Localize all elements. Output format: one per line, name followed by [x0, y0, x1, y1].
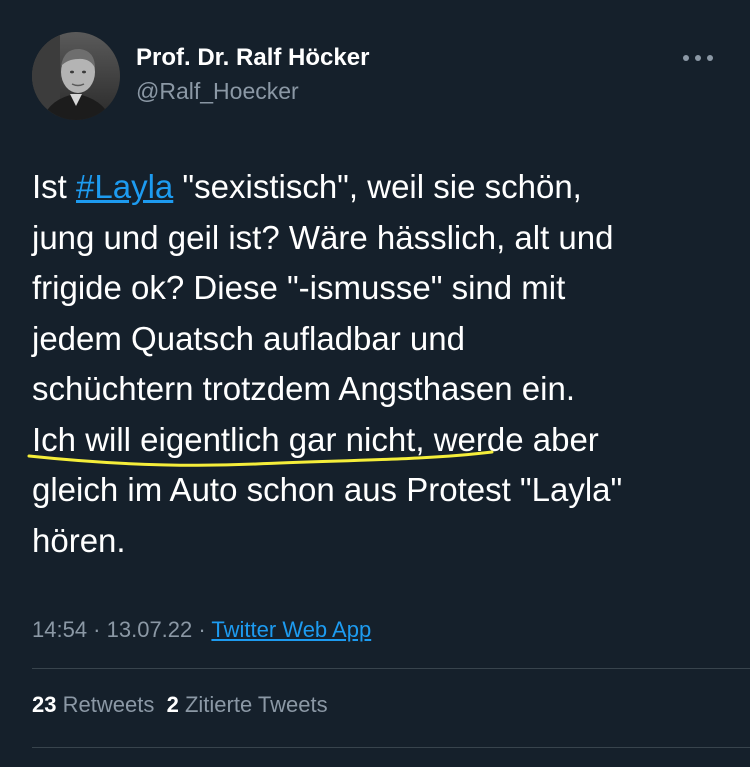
meta-separator: ·: [87, 617, 107, 642]
divider: [32, 668, 750, 669]
tweet-text-segment: "sexistisch", weil sie schön,: [173, 168, 582, 205]
tweet-time: 14:54: [32, 617, 88, 642]
tweet-text-segment: Ist: [32, 168, 77, 205]
avatar-photo: [32, 32, 120, 120]
tweet-text: Ist #Layla "sexistisch", weil sie schön,…: [32, 162, 732, 566]
avatar[interactable]: [32, 32, 120, 120]
tweet-card: Prof. Dr. Ralf Höcker @Ralf_Hoecker Ist …: [0, 0, 750, 767]
tweet-line: jedem Quatsch aufladbar und: [32, 319, 465, 357]
more-dot: [707, 55, 713, 61]
quotes-count: 2: [166, 692, 179, 717]
tweet-meta: 14:54 · 13.07.22 · Twitter Web App: [32, 617, 371, 643]
tweet-line: frigide ok? Diese "-ismusse" sind mit: [32, 269, 566, 306]
retweets-stat[interactable]: 23 Retweets: [32, 692, 154, 717]
hashtag-link[interactable]: #Layla: [76, 168, 173, 205]
tweet-date: 13.07.22: [106, 617, 193, 642]
retweets-count: 23: [32, 692, 57, 717]
tweet-line: gleich im Auto schon aus Protest "Layla": [32, 471, 623, 508]
quotes-stat[interactable]: 2 Zitierte Tweets: [167, 692, 328, 717]
source-link[interactable]: Twitter Web App: [211, 617, 371, 642]
retweets-label: Retweets: [62, 692, 155, 717]
tweet-line: Ist #Layla "sexistisch", weil sie schön,: [32, 162, 732, 213]
author-handle[interactable]: @Ralf_Hoecker: [136, 78, 299, 105]
tweet-line: schüchtern trotzdem Angsthasen ein.: [32, 370, 575, 407]
highlight-underline: [27, 450, 494, 467]
tweet-line: jung und geil ist? Wäre hässlich, alt un…: [32, 218, 614, 256]
more-horizontal-icon: [683, 55, 689, 61]
more-dot: [695, 55, 701, 61]
meta-separator: ·: [192, 617, 212, 642]
author-name[interactable]: Prof. Dr. Ralf Höcker: [136, 44, 369, 72]
divider: [32, 747, 750, 748]
tweet-line: hören.: [32, 521, 126, 559]
more-options-button[interactable]: [680, 46, 716, 70]
tweet-stats: 23 Retweets 2 Zitierte Tweets: [32, 692, 328, 718]
quotes-label: Zitierte Tweets: [184, 692, 328, 717]
